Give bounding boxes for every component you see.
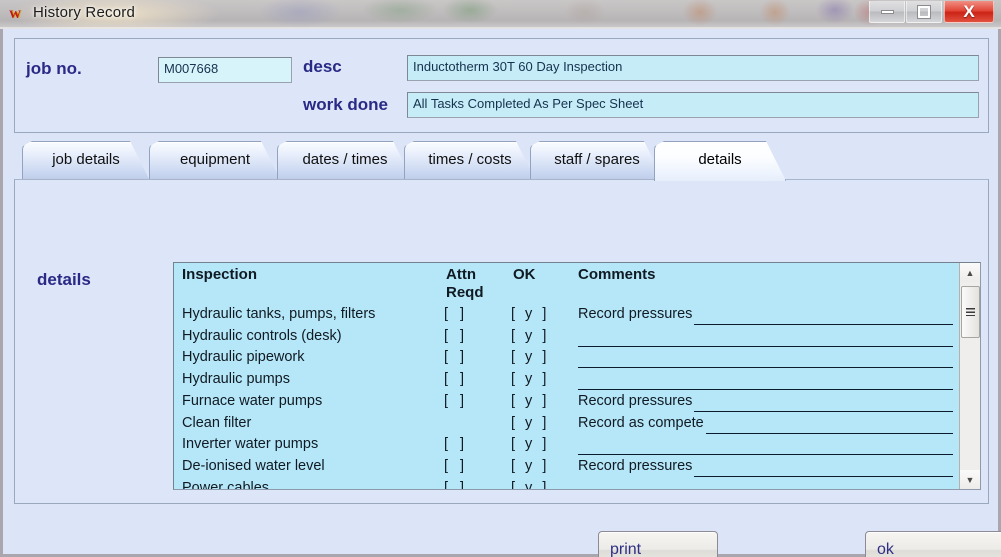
row-ok-checkbox[interactable]: [ y ] bbox=[511, 349, 549, 365]
row-attn-reqd-checkbox[interactable]: [ ] bbox=[444, 349, 468, 365]
row-comment-underline bbox=[578, 367, 953, 368]
tab-strip: job details equipment dates / times time… bbox=[14, 141, 989, 181]
row-comment-field[interactable]: Record pressures bbox=[578, 458, 953, 479]
row-attn-reqd-checkbox[interactable]: [ ] bbox=[444, 480, 468, 489]
job-no-label: job no. bbox=[26, 59, 82, 79]
row-comment-underline bbox=[694, 324, 953, 325]
row-comment-field[interactable] bbox=[578, 349, 953, 370]
scrollbar-thumb[interactable] bbox=[961, 286, 980, 338]
row-comment-underline bbox=[706, 433, 953, 434]
tab-dates-times[interactable]: dates / times bbox=[277, 141, 413, 181]
job-no-input[interactable]: M007668 bbox=[158, 57, 292, 83]
scrollbar-grip-icon bbox=[966, 308, 975, 316]
window-title: History Record bbox=[33, 4, 135, 21]
row-comment-field[interactable]: Record pressures bbox=[578, 393, 953, 414]
row-attn-reqd-checkbox[interactable]: [ ] bbox=[444, 436, 468, 452]
window-client-area: job no. M007668 desc Inductotherm 30T 60… bbox=[0, 29, 1001, 557]
row-comment-underline bbox=[578, 346, 953, 347]
history-record-window: W History Record X job no. M007668 desc … bbox=[0, 0, 1001, 557]
row-attn-reqd-checkbox[interactable]: [ ] bbox=[444, 306, 468, 322]
row-comment-text: Record pressures bbox=[578, 306, 692, 322]
scroll-up-icon[interactable]: ▲ bbox=[960, 263, 980, 282]
tab-staff-spares[interactable]: staff / spares bbox=[530, 141, 664, 181]
inspection-list-box[interactable]: Inspection Attn Reqd OK Comments Hydraul… bbox=[173, 262, 981, 490]
row-comment-underline bbox=[694, 476, 953, 477]
row-comment-field[interactable] bbox=[578, 436, 953, 457]
column-header-comments: Comments bbox=[578, 266, 656, 283]
row-ok-checkbox[interactable]: [ y ] bbox=[511, 415, 549, 431]
window-titlebar[interactable]: W History Record X bbox=[0, 0, 1001, 29]
row-inspection-name: Clean filter bbox=[182, 415, 251, 431]
desc-label: desc bbox=[303, 57, 342, 77]
row-inspection-name: Inverter water pumps bbox=[182, 436, 318, 452]
row-comment-field[interactable]: Record pressures bbox=[578, 306, 953, 327]
minimize-button[interactable] bbox=[869, 1, 905, 23]
row-comment-field[interactable]: Record as compete bbox=[578, 415, 953, 436]
row-ok-checkbox[interactable]: [ y ] bbox=[511, 393, 549, 409]
table-row[interactable]: De-ionised water level [ ] [ y ] Record pre… bbox=[174, 458, 961, 480]
work-done-input[interactable]: All Tasks Completed As Per Spec Sheet bbox=[407, 92, 979, 118]
row-comment-underline bbox=[578, 454, 953, 455]
column-header-ok: OK bbox=[513, 266, 536, 283]
table-row[interactable]: Inverter water pumps [ ] [ y ] bbox=[174, 436, 961, 458]
row-attn-reqd-checkbox[interactable]: [ ] bbox=[444, 371, 468, 387]
row-ok-checkbox[interactable]: [ y ] bbox=[511, 436, 549, 452]
close-button[interactable]: X bbox=[944, 1, 994, 23]
row-comment-text: Record pressures bbox=[578, 458, 692, 474]
row-comment-underline bbox=[694, 411, 953, 412]
row-attn-reqd-checkbox[interactable]: [ ] bbox=[444, 458, 468, 474]
maximize-button[interactable] bbox=[906, 1, 942, 23]
row-ok-checkbox[interactable]: [ y ] bbox=[511, 480, 549, 489]
table-row[interactable]: Clean filter [ y ] Record as compete bbox=[174, 415, 961, 437]
row-attn-reqd-checkbox[interactable]: [ ] bbox=[444, 393, 468, 409]
row-inspection-name: Power cables bbox=[182, 480, 269, 489]
details-tab-panel: details Inspection Attn Reqd OK Comments… bbox=[14, 179, 989, 504]
row-comment-underline bbox=[578, 389, 953, 390]
table-row[interactable]: Hydraulic pumps [ ] [ y ] bbox=[174, 371, 961, 393]
row-ok-checkbox[interactable]: [ y ] bbox=[511, 458, 549, 474]
row-inspection-name: Hydraulic controls (desk) bbox=[182, 328, 342, 344]
table-row[interactable]: Furnace water pumps [ ] [ y ] Record pressu… bbox=[174, 393, 961, 415]
work-done-label: work done bbox=[303, 95, 388, 115]
inspection-list-content: Inspection Attn Reqd OK Comments Hydraul… bbox=[174, 263, 961, 489]
tab-times-costs[interactable]: times / costs bbox=[404, 141, 536, 181]
inspection-list-header: Inspection Attn Reqd OK Comments bbox=[174, 263, 961, 305]
column-header-attn: Attn bbox=[446, 266, 476, 283]
maximize-icon bbox=[918, 6, 930, 18]
row-attn-reqd-checkbox[interactable]: [ ] bbox=[444, 328, 468, 344]
details-section-label: details bbox=[37, 270, 91, 290]
desc-input[interactable]: Inductotherm 30T 60 Day Inspection bbox=[407, 55, 979, 81]
row-ok-checkbox[interactable]: [ y ] bbox=[511, 371, 549, 387]
row-comment-text: Record as compete bbox=[578, 415, 704, 431]
row-inspection-name: De-ionised water level bbox=[182, 458, 325, 474]
print-button[interactable]: print bbox=[598, 531, 718, 557]
ok-button[interactable]: ok bbox=[865, 531, 1001, 557]
job-header-panel: job no. M007668 desc Inductotherm 30T 60… bbox=[14, 38, 989, 133]
row-comment-field[interactable] bbox=[578, 328, 953, 349]
row-comment-field[interactable] bbox=[578, 371, 953, 392]
app-logo-icon: W bbox=[9, 6, 26, 23]
minimize-icon bbox=[881, 10, 894, 14]
tab-job-details[interactable]: job details bbox=[22, 141, 150, 181]
row-ok-checkbox[interactable]: [ y ] bbox=[511, 328, 549, 344]
scroll-down-icon[interactable]: ▼ bbox=[960, 470, 980, 489]
close-icon: X bbox=[963, 3, 974, 20]
table-row[interactable]: Hydraulic tanks, pumps, filters [ ] [ y ] R… bbox=[174, 306, 961, 328]
row-ok-checkbox[interactable]: [ y ] bbox=[511, 306, 549, 322]
row-comment-text: Record pressures bbox=[578, 393, 692, 409]
table-row[interactable]: Hydraulic controls (desk) [ ] [ y ] bbox=[174, 328, 961, 350]
row-inspection-name: Hydraulic pipework bbox=[182, 349, 305, 365]
table-row[interactable]: Hydraulic pipework [ ] [ y ] bbox=[174, 349, 961, 371]
row-inspection-name: Hydraulic tanks, pumps, filters bbox=[182, 306, 375, 322]
list-vertical-scrollbar[interactable]: ▲ ▼ bbox=[959, 263, 980, 489]
row-comment-field[interactable] bbox=[578, 480, 953, 489]
tab-details[interactable]: details bbox=[654, 141, 786, 181]
row-inspection-name: Hydraulic pumps bbox=[182, 371, 290, 387]
column-header-inspection: Inspection bbox=[182, 266, 257, 283]
tab-equipment[interactable]: equipment bbox=[149, 141, 281, 181]
column-header-reqd: Reqd bbox=[446, 284, 484, 301]
row-inspection-name: Furnace water pumps bbox=[182, 393, 322, 409]
table-row[interactable]: Power cables [ ] [ y ] bbox=[174, 480, 961, 489]
